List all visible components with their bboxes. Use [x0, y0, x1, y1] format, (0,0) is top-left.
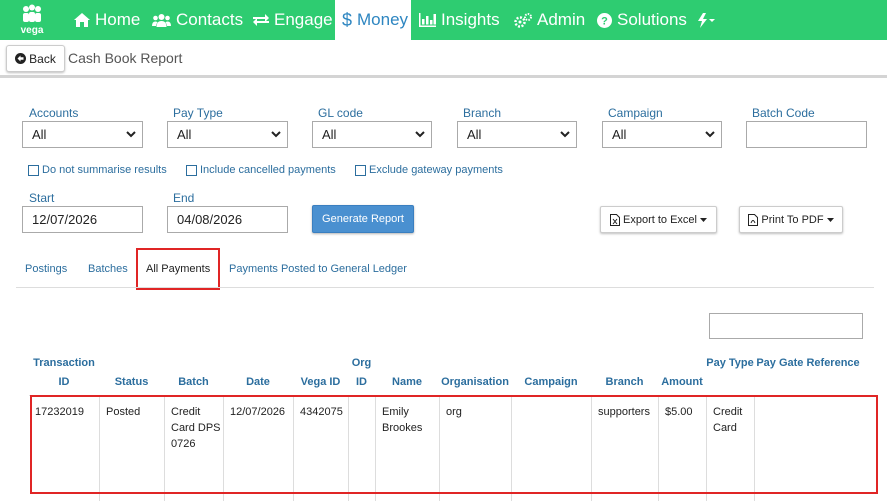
th-campaign[interactable]: Campaign [511, 373, 591, 392]
accounts-label: Accounts [29, 106, 79, 120]
highlight-box-row [30, 395, 878, 494]
nav-home[interactable]: Home [74, 0, 140, 40]
page-title: Cash Book Report [68, 50, 183, 66]
svg-text:?: ? [601, 15, 608, 27]
campaign-select-value: All [612, 127, 627, 142]
branch-label: Branch [463, 106, 502, 120]
branch-select-value: All [467, 127, 482, 142]
bolt-dropdown-icon [698, 12, 715, 28]
nav-engage-label: Engage [274, 10, 333, 29]
th-org-id[interactable]: Org ID [348, 354, 375, 392]
nav-admin-label: Admin [537, 10, 586, 29]
th-vega-id[interactable]: Vega ID [293, 373, 348, 392]
nav-money-label: Money [357, 10, 409, 29]
th-organisation[interactable]: Organisation [439, 373, 511, 392]
do-not-summarise-checkbox[interactable]: Do not summarise results [28, 163, 167, 177]
th-name[interactable]: Name [375, 373, 439, 392]
branch-select[interactable]: All [457, 121, 577, 148]
start-label: Start [29, 191, 55, 205]
th-date[interactable]: Date [223, 373, 293, 392]
file-excel-icon [610, 213, 620, 226]
th-amount[interactable]: Amount [658, 373, 706, 392]
pay-type-label: Pay Type [173, 106, 223, 120]
end-label: End [173, 191, 195, 205]
start-date-input[interactable]: 12/07/2026 [22, 206, 143, 233]
th-status[interactable]: Status [99, 373, 164, 392]
bar-chart-icon [419, 13, 436, 27]
include-cancelled-label: Include cancelled payments [200, 164, 336, 176]
nav-solutions[interactable]: ? Solutions [597, 0, 687, 40]
question-circle-icon: ? [597, 12, 612, 28]
batch-code-input[interactable] [746, 121, 867, 148]
nav-bolt-menu[interactable] [697, 0, 716, 40]
export-to-excel-label: Export to Excel [623, 213, 697, 226]
chevron-down-icon [705, 131, 715, 138]
exclude-gateway-label: Exclude gateway payments [369, 164, 503, 176]
th-pay-gate-reference[interactable]: Pay Gate Reference [754, 354, 862, 373]
chevron-down-icon [560, 131, 570, 138]
highlight-box-tab [136, 248, 220, 290]
th-batch[interactable]: Batch [164, 373, 223, 392]
generate-report-button[interactable]: Generate Report [312, 205, 414, 233]
checkbox-box[interactable] [186, 164, 197, 176]
th-pay-type[interactable]: Pay Type [706, 354, 754, 373]
nav-home-label: Home [95, 10, 141, 29]
vega-logo[interactable]: vega [16, 4, 48, 36]
checkbox-box[interactable] [28, 164, 39, 176]
tab-payments-posted-gl[interactable]: Payments Posted to General Ledger [229, 263, 407, 275]
end-date-input[interactable]: 04/08/2026 [167, 206, 288, 233]
users-icon [152, 13, 171, 27]
checkbox-box[interactable] [355, 164, 366, 176]
accounts-select[interactable]: All [22, 121, 143, 148]
th-branch[interactable]: Branch [591, 373, 658, 392]
gl-code-select[interactable]: All [312, 121, 432, 148]
nav-engage[interactable]: Engage [253, 0, 333, 40]
table-header: Transaction ID Status Batch Date Vega ID… [29, 348, 862, 396]
chevron-down-icon [271, 131, 281, 138]
nav-money[interactable]: $ Money [335, 0, 411, 40]
dollar-icon: $ [342, 9, 353, 30]
tab-batches[interactable]: Batches [88, 263, 128, 275]
accounts-select-value: All [32, 127, 47, 142]
chevron-down-icon [126, 131, 136, 138]
nav-insights[interactable]: Insights [419, 0, 500, 40]
do-not-summarise-label: Do not summarise results [42, 164, 167, 176]
sub-header: Back Cash Book Report [0, 40, 887, 78]
exchange-icon [253, 14, 269, 26]
print-to-pdf-label: Print To PDF [761, 213, 824, 226]
include-cancelled-checkbox[interactable]: Include cancelled payments [186, 163, 336, 177]
home-icon [74, 13, 90, 27]
gears-icon [514, 12, 532, 28]
tab-postings[interactable]: Postings [25, 263, 67, 275]
back-button[interactable]: Back [6, 45, 65, 72]
gl-code-label: GL code [318, 106, 363, 120]
nav-admin[interactable]: Admin [514, 0, 585, 40]
gl-code-select-value: All [322, 127, 337, 142]
chevron-down-icon [415, 131, 425, 138]
logo-text: vega [21, 25, 44, 36]
campaign-select[interactable]: All [602, 121, 722, 148]
export-to-excel-button[interactable]: Export to Excel [600, 206, 717, 233]
th-transaction-id[interactable]: Transaction ID [29, 354, 99, 392]
table-search-input[interactable] [709, 313, 863, 339]
nav-insights-label: Insights [441, 10, 500, 29]
campaign-label: Campaign [608, 106, 663, 120]
back-button-label: Back [29, 51, 56, 66]
exclude-gateway-checkbox[interactable]: Exclude gateway payments [355, 163, 503, 177]
caret-down-icon [826, 217, 834, 222]
nav-solutions-label: Solutions [617, 10, 687, 29]
pay-type-select[interactable]: All [167, 121, 288, 148]
tabs-divider [16, 287, 874, 288]
arrow-left-circle-icon [15, 53, 27, 64]
batch-code-label: Batch Code [752, 106, 815, 120]
nav-contacts-label: Contacts [176, 10, 244, 29]
caret-down-icon [699, 217, 707, 222]
file-pdf-icon [748, 213, 759, 226]
nav-contacts[interactable]: Contacts [152, 0, 243, 40]
print-to-pdf-button[interactable]: Print To PDF [739, 206, 843, 233]
top-navigation: vega Home Contacts Engage $ Money Insigh… [0, 0, 887, 40]
pay-type-select-value: All [177, 127, 192, 142]
